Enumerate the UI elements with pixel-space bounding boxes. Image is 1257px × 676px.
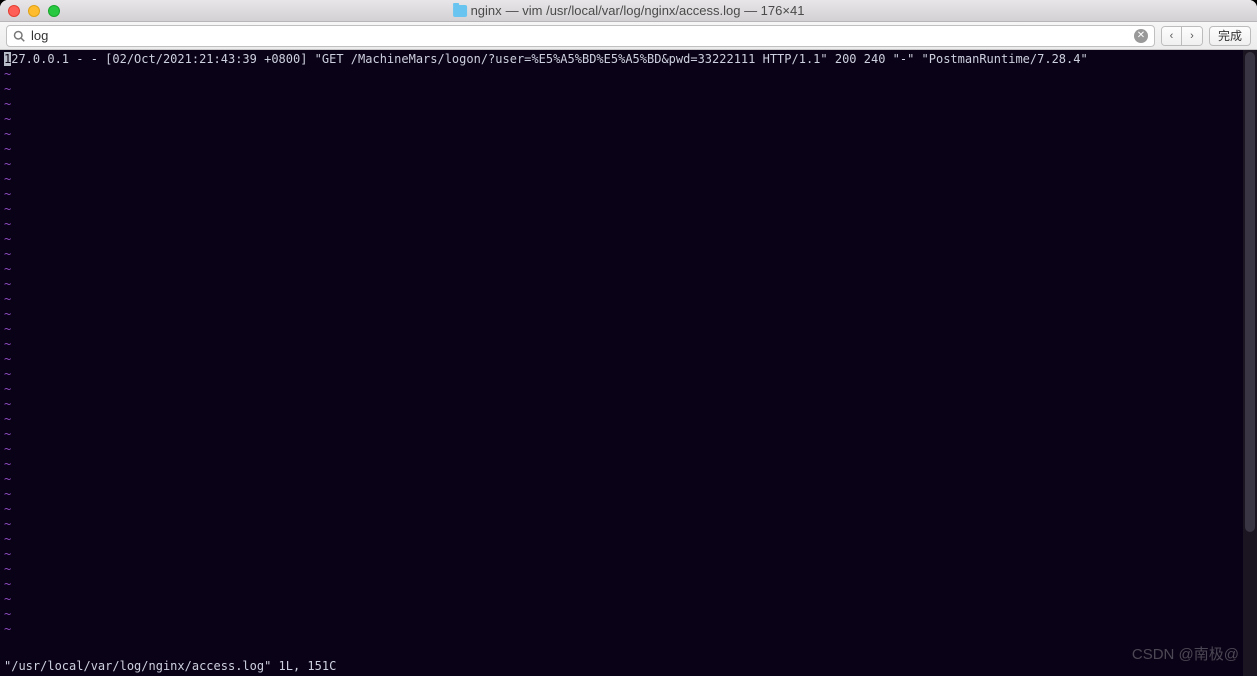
- search-nav-buttons: ‹ ›: [1161, 26, 1203, 46]
- vim-status-line: "/usr/local/var/log/nginx/access.log" 1L…: [4, 659, 336, 674]
- title-rest: — vim /usr/local/var/log/nginx/access.lo…: [506, 3, 805, 18]
- terminal-window: nginx — vim /usr/local/var/log/nginx/acc…: [0, 0, 1257, 676]
- traffic-lights: [8, 5, 60, 17]
- search-icon: [13, 30, 25, 42]
- log-entry: 27.0.0.1 - - [02/Oct/2021:21:43:39 +0800…: [11, 52, 1087, 66]
- folder-icon: [453, 5, 467, 17]
- close-button[interactable]: [8, 5, 20, 17]
- watermark: CSDN @南极@: [1132, 647, 1239, 662]
- titlebar[interactable]: nginx — vim /usr/local/var/log/nginx/acc…: [0, 0, 1257, 22]
- search-next-button[interactable]: ›: [1182, 27, 1202, 45]
- minimize-button[interactable]: [28, 5, 40, 17]
- empty-lines: ~~~~~~~~~~~~~~~~~~~~~~~~~~~~~~~~~~~~~~: [4, 67, 1257, 637]
- search-done-button[interactable]: 完成: [1209, 26, 1251, 46]
- terminal-viewport[interactable]: 127.0.0.1 - - [02/Oct/2021:21:43:39 +080…: [0, 50, 1257, 676]
- terminal-content: 127.0.0.1 - - [02/Oct/2021:21:43:39 +080…: [4, 52, 1257, 637]
- scrollbar-thumb[interactable]: [1245, 52, 1255, 532]
- search-prev-button[interactable]: ‹: [1162, 27, 1182, 45]
- maximize-button[interactable]: [48, 5, 60, 17]
- window-title: nginx — vim /usr/local/var/log/nginx/acc…: [453, 3, 805, 18]
- search-input-container: ✕: [6, 25, 1155, 47]
- title-folder: nginx: [471, 3, 502, 18]
- clear-search-icon[interactable]: ✕: [1134, 29, 1148, 43]
- find-bar: ✕ ‹ › 完成: [0, 22, 1257, 50]
- search-input[interactable]: [31, 28, 1128, 43]
- scrollbar[interactable]: [1243, 50, 1257, 676]
